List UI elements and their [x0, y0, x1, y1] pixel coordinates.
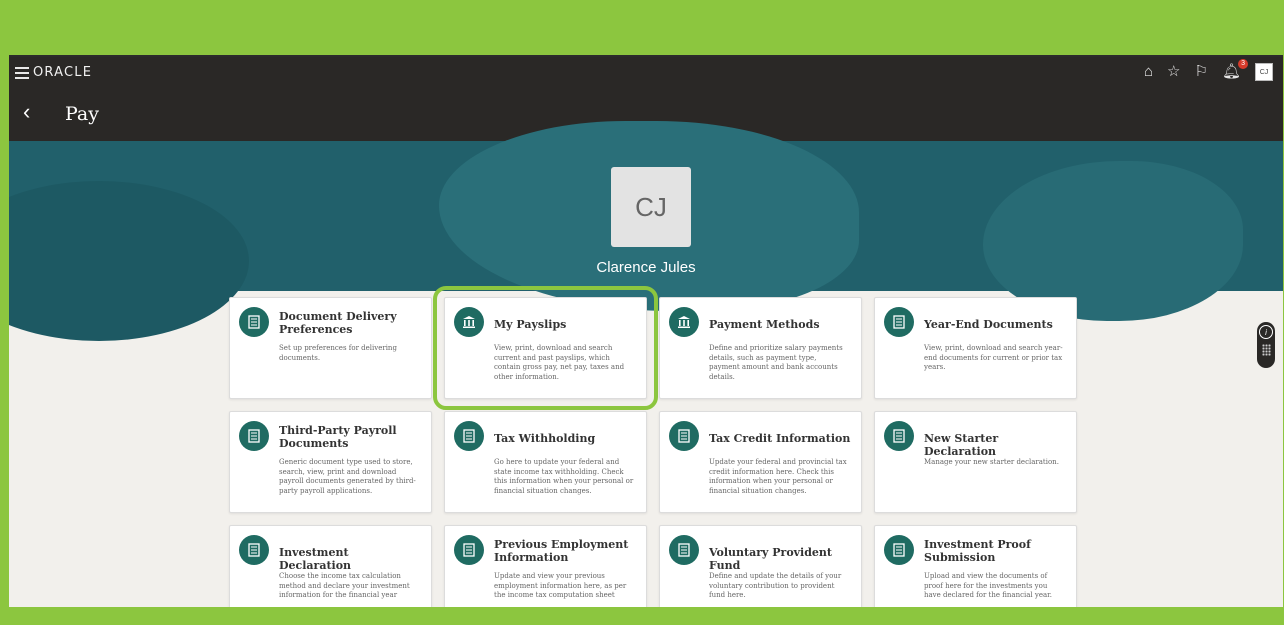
card-investment-declaration[interactable]: Investment Declaration Choose the income…	[229, 525, 432, 607]
card-description: View, print, download and search year-en…	[924, 344, 1063, 371]
card-year-end-documents[interactable]: Year-End Documents View, print, download…	[874, 297, 1077, 399]
user-avatar-button[interactable]: CJ	[1255, 63, 1273, 81]
card-title: Investment Proof Submission	[924, 538, 1031, 564]
card-description: Generic document type used to store, sea…	[279, 458, 416, 495]
card-title: Investment Declaration	[279, 546, 352, 572]
document-icon	[669, 421, 699, 451]
card-title: Tax Withholding	[494, 432, 596, 445]
card-description: Update your federal and provincial tax c…	[709, 458, 847, 495]
card-title: New Starter Declaration	[924, 432, 999, 458]
document-icon	[239, 307, 269, 337]
card-description: Update and view your previous employment…	[494, 572, 627, 599]
card-tax-credit-information[interactable]: Tax Credit Information Update your feder…	[659, 411, 862, 513]
menu-icon[interactable]	[15, 67, 29, 79]
card-title: Tax Credit Information	[709, 432, 851, 445]
card-previous-employment-information[interactable]: Previous Employment Information Update a…	[444, 525, 647, 607]
card-title: Document Delivery Preferences	[279, 310, 397, 336]
card-title: Previous Employment Information	[494, 538, 629, 564]
grid-dots-icon[interactable]	[1261, 344, 1271, 356]
profile-name: Clarence Jules	[596, 259, 696, 276]
card-title: Voluntary Provident Fund	[709, 546, 833, 572]
help-widget[interactable]: i	[1257, 322, 1275, 368]
document-icon	[454, 535, 484, 565]
profile-avatar[interactable]: CJ	[611, 167, 691, 247]
card-tax-withholding[interactable]: Tax Withholding Go here to update your f…	[444, 411, 647, 513]
card-payment-methods[interactable]: Payment Methods Define and prioritize sa…	[659, 297, 862, 399]
card-title: Payment Methods	[709, 318, 820, 331]
card-description: Set up preferences for delivering docume…	[279, 344, 397, 362]
document-icon	[669, 535, 699, 565]
profile-banner: CJ Clarence Jules	[9, 121, 1283, 341]
app-window: ORACLE ⌂ ☆ ⚐ 🔔︎ 3 CJ ‹ Pay CJ Clarence Ju…	[9, 55, 1283, 607]
card-third-party-payroll-documents[interactable]: Third-Party Payroll Documents Generic do…	[229, 411, 432, 513]
card-description: Choose the income tax calculation method…	[279, 572, 410, 599]
card-title: Third-Party Payroll Documents	[279, 424, 397, 450]
card-description: Define and update the details of your vo…	[709, 572, 842, 599]
notifications-badge: 3	[1238, 59, 1248, 69]
pay-cards-grid: Document Delivery Preferences Set up pre…	[229, 286, 1083, 607]
card-title: Year-End Documents	[924, 318, 1053, 331]
card-title: My Payslips	[494, 318, 567, 331]
document-icon	[884, 421, 914, 451]
card-description: Define and prioritize salary payments de…	[709, 344, 843, 381]
oracle-logo[interactable]: ORACLE	[33, 65, 92, 80]
header-toolbar: ⌂ ☆ ⚐ 🔔︎ 3 CJ	[1144, 59, 1273, 81]
card-document-delivery-preferences[interactable]: Document Delivery Preferences Set up pre…	[229, 297, 432, 399]
flag-icon[interactable]: ⚐	[1195, 63, 1208, 81]
card-investment-proof-submission[interactable]: Investment Proof Submission Upload and v…	[874, 525, 1077, 607]
card-description: Upload and view the documents of proof h…	[924, 572, 1052, 599]
page-title: Pay	[65, 103, 99, 125]
info-icon[interactable]: i	[1259, 325, 1273, 339]
card-description: Manage your new starter declaration.	[924, 458, 1059, 466]
document-icon	[454, 421, 484, 451]
bank-icon	[454, 307, 484, 337]
card-description: Go here to update your federal and state…	[494, 458, 634, 495]
bank-icon	[669, 307, 699, 337]
card-voluntary-provident-fund[interactable]: Voluntary Provident Fund Define and upda…	[659, 525, 862, 607]
document-icon	[239, 421, 269, 451]
document-icon	[884, 307, 914, 337]
back-arrow-icon[interactable]: ‹	[23, 99, 30, 125]
favorites-star-icon[interactable]: ☆	[1167, 63, 1180, 81]
notifications-bell-icon[interactable]: 🔔︎ 3	[1222, 59, 1248, 81]
card-new-starter-declaration[interactable]: New Starter Declaration Manage your new …	[874, 411, 1077, 513]
card-my-payslips[interactable]: My Payslips View, print, download and se…	[433, 286, 658, 410]
card-description: View, print, download and search current…	[494, 344, 625, 381]
document-icon	[239, 535, 269, 565]
document-icon	[884, 535, 914, 565]
home-icon[interactable]: ⌂	[1144, 63, 1153, 81]
